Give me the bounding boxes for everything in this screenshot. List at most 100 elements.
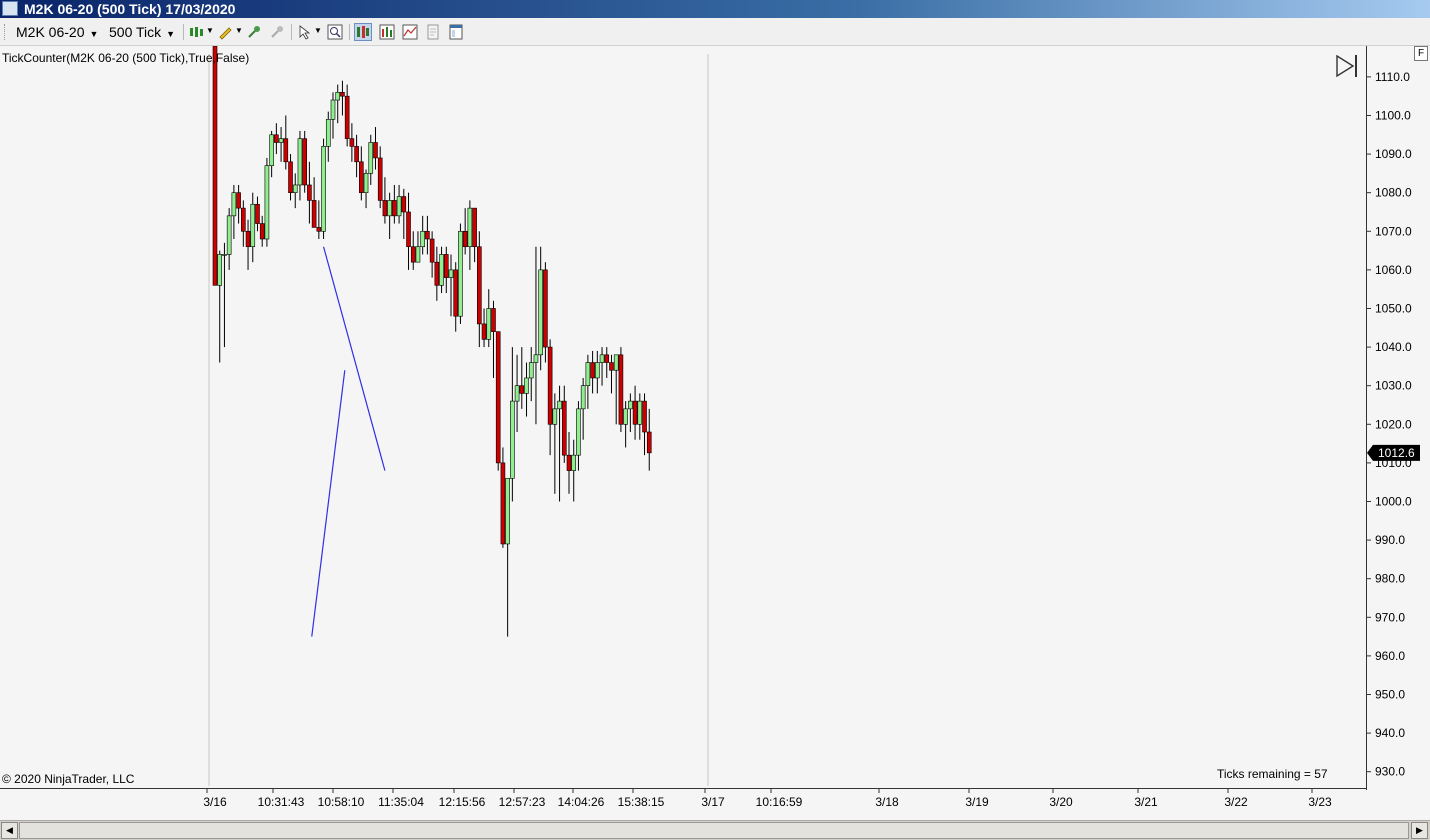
candle-body[interactable] xyxy=(453,269,459,317)
candle-body[interactable] xyxy=(382,200,388,217)
candle-body[interactable] xyxy=(566,454,572,471)
candle-body[interactable] xyxy=(321,146,326,232)
candle-body[interactable] xyxy=(632,400,638,425)
candle-body[interactable] xyxy=(628,400,633,410)
toolbar-grip[interactable] xyxy=(4,24,7,40)
candle-body[interactable] xyxy=(349,138,355,147)
candle-body[interactable] xyxy=(335,92,341,101)
candle-body[interactable] xyxy=(448,269,454,278)
candle-body[interactable] xyxy=(406,211,411,248)
candle-body[interactable] xyxy=(491,308,496,332)
candle-body[interactable] xyxy=(613,354,619,371)
candle-body[interactable] xyxy=(255,203,260,224)
data-box-button[interactable] xyxy=(326,23,344,41)
candle-body[interactable] xyxy=(547,346,553,425)
candle-body[interactable] xyxy=(646,431,652,454)
candle-body[interactable] xyxy=(481,323,487,340)
candle-body[interactable] xyxy=(392,200,397,217)
candle-body[interactable] xyxy=(571,454,577,471)
plot-background[interactable] xyxy=(0,46,1366,820)
candle-body[interactable] xyxy=(226,215,232,255)
candle-body[interactable] xyxy=(245,230,251,248)
candle-body[interactable] xyxy=(344,95,350,139)
candle-body[interactable] xyxy=(642,400,647,433)
chart-area[interactable]: 930.0 940.0 950.0 960.0 970.0 980.0 990.0 1000.… xyxy=(0,46,1430,820)
drawing-tool-button[interactable] xyxy=(216,23,234,41)
candle-body[interactable] xyxy=(590,362,595,379)
candle-body[interactable] xyxy=(363,173,369,193)
candle-body[interactable] xyxy=(439,254,444,286)
candle-body[interactable] xyxy=(458,230,463,317)
scrollbar-thumb[interactable] xyxy=(19,822,1409,839)
horizontal-scrollbar[interactable]: ◀ ▶ xyxy=(0,820,1430,840)
candle-body[interactable] xyxy=(401,196,407,213)
candle-body[interactable] xyxy=(387,200,392,217)
candle-body[interactable] xyxy=(514,385,520,402)
candle-body[interactable] xyxy=(552,408,558,425)
chevron-down-icon[interactable]: ▼ xyxy=(314,26,322,35)
candle-body[interactable] xyxy=(316,227,322,232)
candle-body[interactable] xyxy=(495,331,501,464)
candle-body[interactable] xyxy=(623,408,628,425)
candle-body[interactable] xyxy=(307,184,312,201)
candle-body[interactable] xyxy=(354,146,359,163)
candle-body[interactable] xyxy=(505,478,510,545)
cursor-mode-button[interactable] xyxy=(296,23,314,41)
candle-body[interactable] xyxy=(396,196,402,217)
candle-body[interactable] xyxy=(543,269,548,348)
candle-body[interactable] xyxy=(486,308,492,340)
candle-body[interactable] xyxy=(467,207,473,248)
candle-body[interactable] xyxy=(420,230,425,248)
candle-body[interactable] xyxy=(557,400,562,410)
strategies-button[interactable] xyxy=(401,23,419,41)
snap-mode-button[interactable] xyxy=(245,23,263,41)
candle-body[interactable] xyxy=(510,400,515,479)
fixed-scale-button[interactable]: F xyxy=(1414,46,1428,61)
candle-body[interactable] xyxy=(580,385,586,410)
candle-body[interactable] xyxy=(472,207,477,248)
candle-body[interactable] xyxy=(609,362,614,371)
candle-body[interactable] xyxy=(241,207,246,232)
candle-body[interactable] xyxy=(637,400,643,425)
candle-body[interactable] xyxy=(477,246,482,325)
candle-body[interactable] xyxy=(368,142,374,174)
scroll-left-button[interactable]: ◀ xyxy=(1,822,18,839)
candle-body[interactable] xyxy=(311,200,317,228)
candle-body[interactable] xyxy=(288,161,293,193)
candle-body[interactable] xyxy=(283,138,289,163)
properties-button[interactable] xyxy=(424,23,442,41)
candle-body[interactable] xyxy=(576,408,581,456)
candle-body[interactable] xyxy=(528,362,534,379)
indicators-button[interactable] xyxy=(378,23,396,41)
chart-trader-button[interactable] xyxy=(354,23,372,41)
candle-body[interactable] xyxy=(297,138,303,186)
candle-body[interactable] xyxy=(443,254,449,278)
candle-body[interactable] xyxy=(269,134,274,166)
price-chart[interactable]: 930.0 940.0 950.0 960.0 970.0 980.0 990.0 1000.… xyxy=(0,46,1430,820)
candle-body[interactable] xyxy=(250,203,256,248)
candle-body[interactable] xyxy=(231,192,237,217)
candle-body[interactable] xyxy=(264,165,270,240)
candle-body[interactable] xyxy=(217,254,223,286)
candle-body[interactable] xyxy=(429,238,435,263)
chevron-down-icon[interactable]: ▼ xyxy=(235,26,243,35)
candle-body[interactable] xyxy=(325,119,331,147)
global-draw-button[interactable] xyxy=(268,23,286,41)
candle-body[interactable] xyxy=(222,254,227,256)
chart-style-button[interactable] xyxy=(187,23,205,41)
instrument-selector[interactable]: M2K 06-20 ▼ xyxy=(16,23,98,43)
candle-body[interactable] xyxy=(500,462,506,545)
candle-body[interactable] xyxy=(524,377,529,394)
candle-body[interactable] xyxy=(330,99,336,120)
chevron-down-icon[interactable]: ▼ xyxy=(206,26,214,35)
candle-body[interactable] xyxy=(595,362,600,379)
candle-body[interactable] xyxy=(425,230,430,240)
candle-body[interactable] xyxy=(604,354,610,363)
candle-body[interactable] xyxy=(410,246,416,263)
candle-body[interactable] xyxy=(359,161,364,193)
candle-body[interactable] xyxy=(292,184,298,193)
candle-body[interactable] xyxy=(434,261,440,286)
candle-body[interactable] xyxy=(302,138,307,186)
candle-body[interactable] xyxy=(519,385,525,394)
candle-body[interactable] xyxy=(415,246,421,263)
